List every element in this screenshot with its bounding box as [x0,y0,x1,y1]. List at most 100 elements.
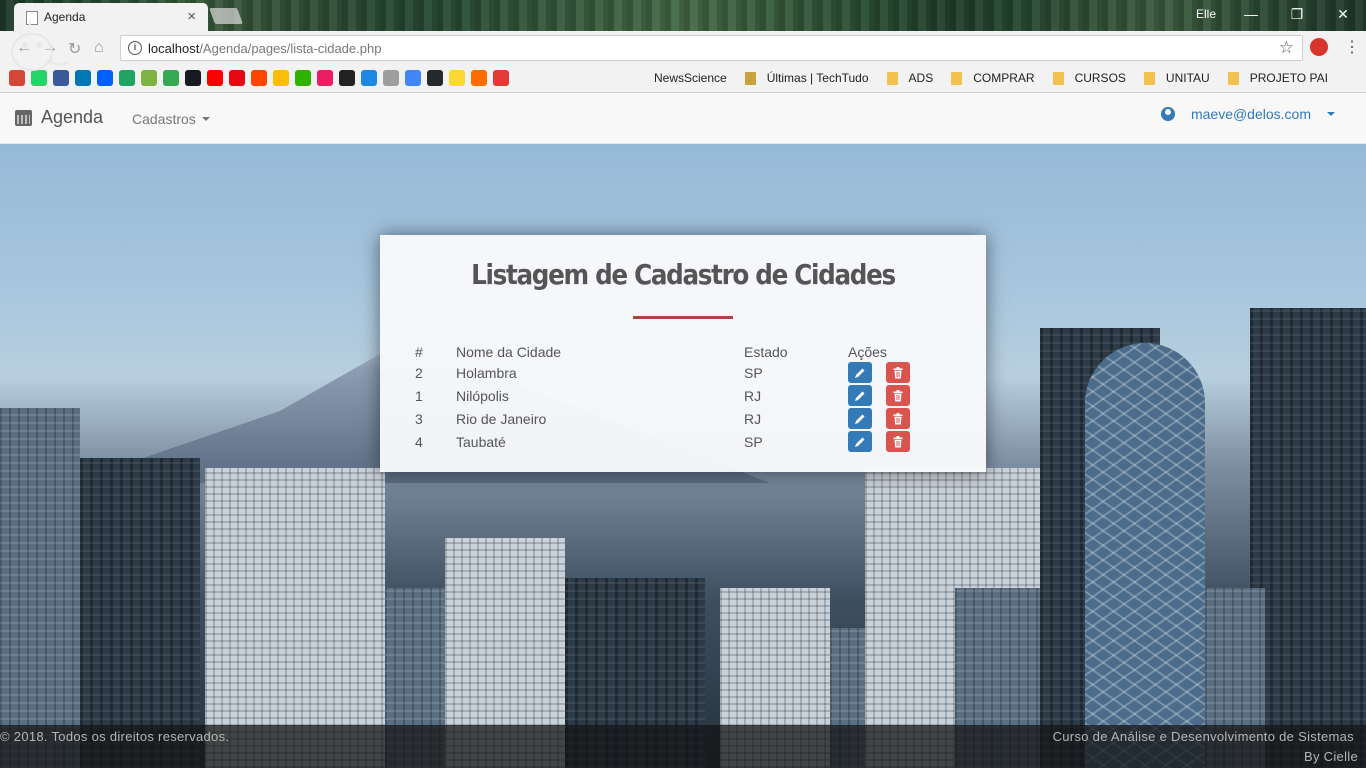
course-text: Curso de Análise e Desenvolvimento de Si… [1052,729,1354,744]
user-menu-dropdown[interactable]: maeve@delos.com [1160,106,1335,122]
delete-button[interactable] [886,385,910,406]
page-footer: © 2018. Todos os direitos reservados. Cu… [0,725,1366,768]
caret-down-icon [201,117,210,121]
bookmark-folder-ads[interactable]: ADS [886,71,934,85]
column-header-city: Nome da Cidade [456,344,562,360]
bookmark-site-icon[interactable] [493,70,509,86]
bookmarks-bar: NewsScience Últimas | TechTudo ADS COMPR… [0,64,1366,93]
bookmark-site-icon[interactable] [295,70,311,86]
bookmark-site-icon[interactable] [273,70,289,86]
folder-icon [1227,71,1239,85]
cadastros-dropdown[interactable]: Cadastros [132,111,210,127]
city-id: 3 [415,410,423,427]
delete-button[interactable] [886,408,910,429]
bookmark-star-icon[interactable]: ☆ [1279,38,1294,58]
bookmark-techtudo[interactable]: Últimas | TechTudo [744,71,869,85]
bookmark-site-icon[interactable] [361,70,377,86]
city-state: SP [744,364,763,381]
minimize-button[interactable]: — [1228,0,1274,29]
bookmark-site-icon[interactable] [405,70,421,86]
url-path: /Agenda/pages/lista-cidade.php [199,41,382,56]
edit-button[interactable] [848,362,872,383]
app-navbar: Agenda Cadastros maeve@delos.com [0,93,1366,144]
bookmark-site-icon[interactable] [207,70,223,86]
author-byline: By Cielle [1304,749,1358,764]
bookmark-site-icon[interactable] [75,70,91,86]
bookmark-site-icon[interactable] [317,70,333,86]
edit-button[interactable] [848,408,872,429]
row-actions [848,361,958,384]
table-header-row: # Nome da Cidade Estado Ações [410,340,958,361]
bookmark-site-icon[interactable] [449,70,465,86]
app-brand[interactable]: Agenda [15,107,103,128]
bookmark-label: CURSOS [1074,71,1126,85]
bookmark-site-icon[interactable] [229,70,245,86]
bookmark-folder-cursos[interactable]: CURSOS [1052,71,1126,85]
bookmark-site-icon[interactable] [185,70,201,86]
browser-menu-icon[interactable]: ⋮ [1344,37,1360,57]
bookmark-newsscience[interactable]: NewsScience [654,71,727,85]
bookmark-site-icon[interactable] [141,70,157,86]
bookmark-folder-comprar[interactable]: COMPRAR [951,71,1035,85]
table-row: 3 Rio de Janeiro RJ [410,407,958,430]
folder-icon [951,71,963,85]
city-id: 1 [415,387,423,404]
bookmark-site-icon[interactable] [251,70,267,86]
delete-button[interactable] [886,431,910,452]
bookmark-label: PROJETO PAI [1249,71,1328,85]
table-row: 1 Nilópolis RJ [410,384,958,407]
bookmark-folder-projeto-pai[interactable]: PROJETO PAI [1227,71,1328,85]
bookmark-site-icon[interactable] [471,70,487,86]
city-table: # Nome da Cidade Estado Ações 2 Holambra S… [410,340,958,453]
tab-close-icon[interactable]: × [187,8,196,25]
delete-button[interactable] [886,362,910,383]
techtudo-icon [744,71,756,85]
copyright-text: © 2018. Todos os direitos reservados. [0,729,230,744]
background-building [1250,308,1366,768]
page-title: Listagem de Cadastro de Cidades [471,258,896,291]
background-building [0,408,80,768]
totoro-theme-decoration-icon [4,10,70,74]
folder-icon [1143,71,1155,85]
close-window-button[interactable]: ✕ [1320,0,1366,29]
profile-name[interactable]: Elle [1196,7,1216,21]
bookmark-site-icon[interactable] [339,70,355,86]
bookmark-site-icon[interactable] [97,70,113,86]
background-building [80,458,200,768]
bookmark-label: NewsScience [654,71,727,85]
reload-icon[interactable]: ↻ [68,39,81,59]
home-icon[interactable]: ⌂ [94,39,104,57]
browser-toolbar: ← → ↻ ⌂ i localhost/Agenda/pages/lista-c… [0,31,1366,64]
extension-icon[interactable] [1310,38,1328,56]
address-bar-input[interactable]: i localhost/Agenda/pages/lista-cidade.ph… [120,35,1303,61]
column-header-id: # [415,344,423,360]
row-actions [848,430,958,453]
folder-icon [886,71,898,85]
city-name: Holambra [456,364,517,381]
url-host: localhost [148,41,200,56]
new-tab-button[interactable] [209,8,243,24]
background-cocoon-tower [1085,343,1205,768]
edit-button[interactable] [848,431,872,452]
bookmark-site-icon[interactable] [119,70,135,86]
city-name: Nilópolis [456,387,509,404]
row-actions [848,384,958,407]
bookmark-site-icon[interactable] [427,70,443,86]
bookmark-folder-unitau[interactable]: UNITAU [1143,71,1210,85]
city-state: RJ [744,410,762,427]
site-info-icon[interactable]: i [128,41,142,55]
city-state: SP [744,433,763,450]
title-divider [633,316,733,319]
city-id: 4 [415,433,423,450]
bookmark-site-icon[interactable] [383,70,399,86]
bookmark-label: ADS [908,71,934,85]
page-viewport: Agenda Cadastros maeve@delos.com Listage… [0,93,1366,768]
column-header-state: Estado [744,344,788,360]
restore-button[interactable]: ❐ [1274,0,1320,29]
city-name: Taubaté [456,433,506,450]
edit-button[interactable] [848,385,872,406]
bookmark-site-icon[interactable] [163,70,179,86]
calendar-icon [15,109,32,126]
brand-label: Agenda [41,107,104,127]
bookmark-icon-list [9,70,509,86]
